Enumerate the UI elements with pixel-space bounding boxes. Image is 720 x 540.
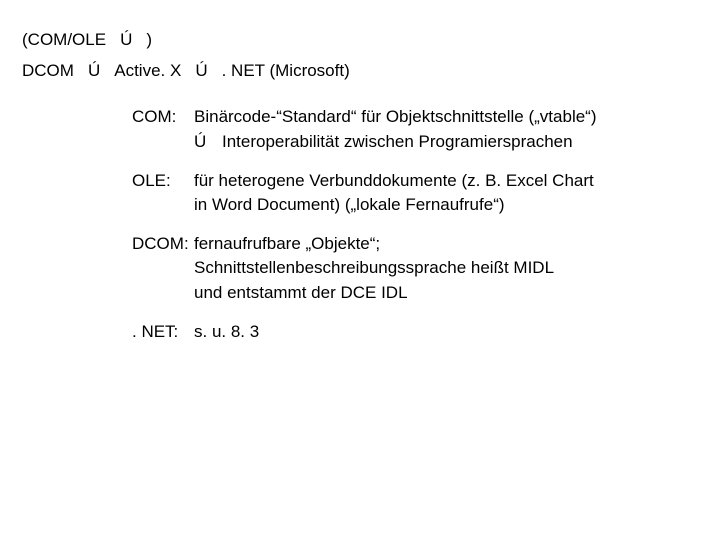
def-val-ole-1: für heterogene Verbunddokumente (z. B. E… [194,169,698,194]
def-val-dcom-1: fernaufrufbare „Objekte“; [194,232,698,257]
def-val-dcom-2: Schnittstellenbeschreibungssprache heißt… [132,256,698,281]
evolution-line-2: DCOM Ú Active. X Ú . NET (Microsoft) [22,59,698,84]
arrow-icon: Ú [194,130,222,155]
def-key-net: . NET: [132,320,194,345]
arrow-icon: Ú [88,59,100,84]
def-dcom: DCOM: fernaufrufbare „Objekte“; Schnitts… [22,232,698,306]
def-com: COM: Binärcode-“Standard“ für Objektschn… [22,105,698,154]
text-dcom: DCOM [22,59,74,84]
def-key-dcom: DCOM: [132,232,194,257]
def-val-net: s. u. 8. 3 [194,320,698,345]
def-key-com: COM: [132,105,194,130]
def-val-ole-2: in Word Document) („lokale Fernaufrufe“) [132,193,698,218]
text-dotnet-ms: . NET (Microsoft) [222,59,350,84]
text-activex: Active. X [114,59,181,84]
def-ole: OLE: für heterogene Verbunddokumente (z.… [22,169,698,218]
def-val-com: Binärcode-“Standard“ für Objektschnittst… [194,105,698,130]
evolution-line-1: (COM/OLE Ú ) [22,28,698,53]
arrow-icon: Ú [195,59,207,84]
text-com-ole: (COM/OLE [22,28,106,53]
def-key-ole: OLE: [132,169,194,194]
text-paren: ) [146,28,152,53]
def-val-dcom-3: und entstammt der DCE IDL [132,281,698,306]
arrow-icon: Ú [120,28,132,53]
def-net: . NET: s. u. 8. 3 [22,320,698,345]
def-sub-com: Interoperabilität zwischen Programierspr… [222,130,573,155]
slide-content: (COM/OLE Ú ) DCOM Ú Active. X Ú . NET (M… [0,0,720,540]
